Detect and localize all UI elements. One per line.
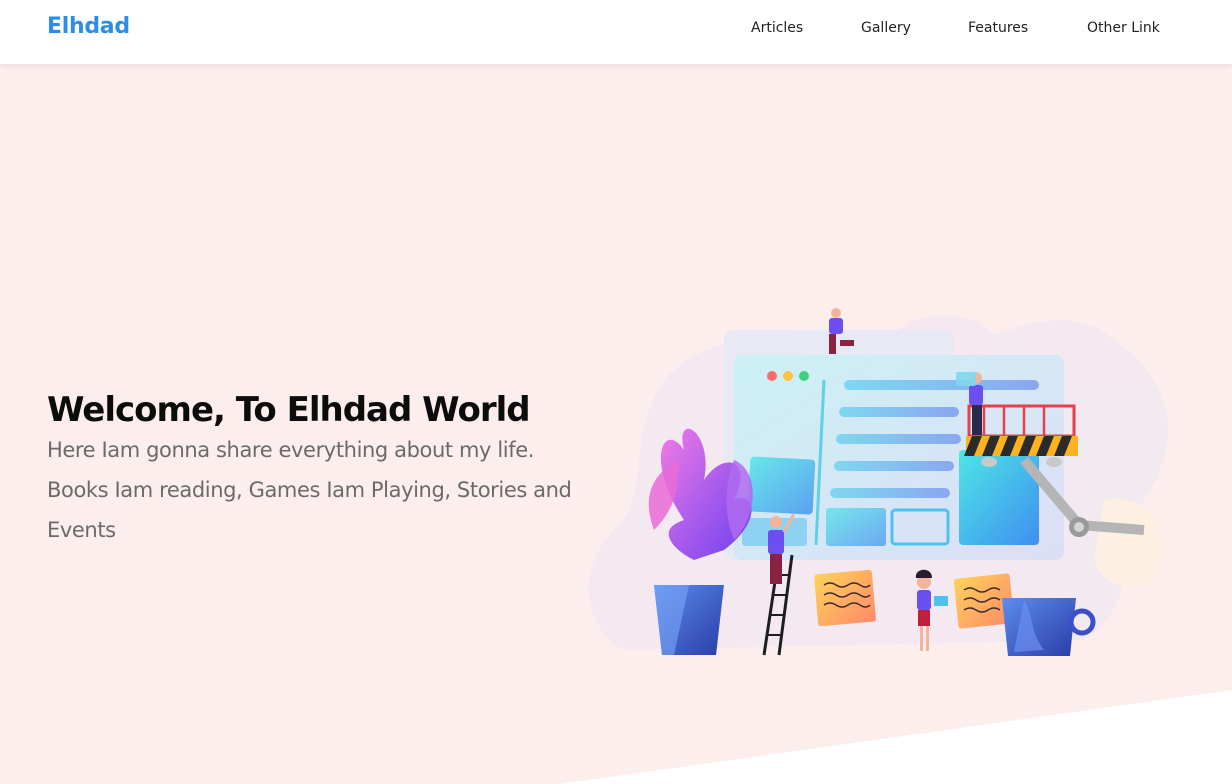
hero-text-block: Welcome, To Elhdad World Here Iam gonna …: [47, 388, 607, 550]
nav-link-gallery[interactable]: Gallery: [861, 20, 911, 36]
sticky-note-left: [814, 569, 876, 627]
nav-link-features[interactable]: Features: [968, 20, 1028, 36]
hero-title: Welcome, To Elhdad World: [47, 390, 531, 430]
nav-menu: Articles Gallery Features Other Link: [0, 20, 1232, 40]
hero-subtitle: Here Iam gonna share everything about my…: [47, 438, 572, 542]
nav-link-other[interactable]: Other Link: [1087, 20, 1160, 36]
hero-illustration: [588, 308, 1168, 656]
navbar: Elhdad Articles Gallery Features Other L…: [0, 0, 1232, 64]
nav-link-articles[interactable]: Articles: [751, 20, 803, 36]
